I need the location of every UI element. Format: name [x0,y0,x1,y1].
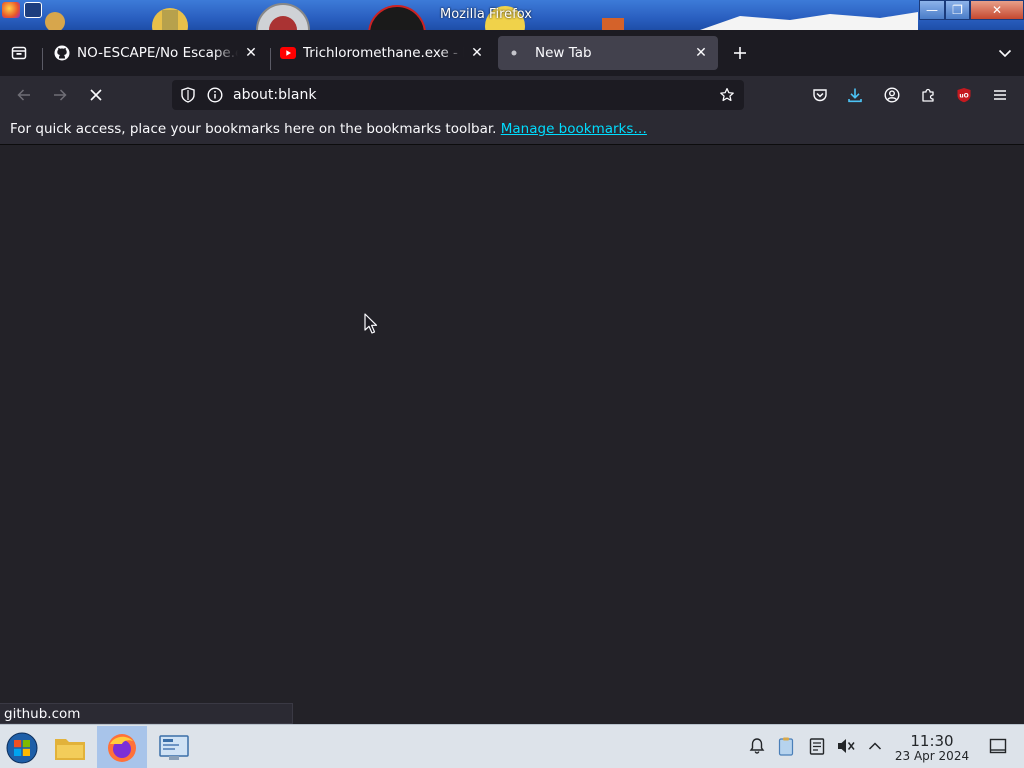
ublock-label: uO [959,93,968,100]
close-window-button[interactable]: ✕ [970,0,1024,20]
extensions-icon [922,88,934,102]
show-desktop-button[interactable] [987,735,1009,757]
maximize-button[interactable]: ❐ [945,0,970,20]
start-menu-button[interactable] [0,726,44,768]
arrow-left-icon [17,89,30,101]
mouse-cursor-icon [364,313,378,334]
start-menu-icon [6,732,38,763]
notifications-button[interactable] [746,735,768,757]
pin-icon[interactable] [24,2,42,18]
ublock-origin-button[interactable]: uO [952,83,976,107]
site-info-icon[interactable] [207,87,223,103]
downloads-button[interactable] [843,83,867,107]
arrow-right-icon [54,89,67,101]
new-tab-button[interactable] [729,42,751,64]
list-all-tabs-button[interactable] [994,42,1016,64]
bookmark-star-icon[interactable] [719,87,735,103]
pocket-icon [813,89,827,102]
notifications-icon [749,738,765,754]
tab-trichloromethane[interactable]: Trichloromethane.exe - M ✕ [272,36,494,70]
close-tab-icon[interactable]: ✕ [242,44,260,62]
clock-time: 11:30 [910,732,954,750]
account-icon [884,87,900,103]
stop-x-icon [90,89,102,101]
stop-button[interactable] [84,83,108,107]
status-panel: github.com [0,703,293,724]
tab-separator [270,48,271,70]
tab-label: Trichloromethane.exe - M [303,45,464,61]
tab-no-escape[interactable]: NO-ESCAPE/No Escape.exe ✕ [46,36,268,70]
forward-button[interactable] [48,83,72,107]
bookmarks-hint-text: For quick access, place your bookmarks h… [10,121,497,137]
bookmarks-toolbar: For quick access, place your bookmarks h… [0,114,1024,145]
youtube-icon [280,45,296,61]
tracking-protection-icon[interactable] [180,87,196,103]
account-button[interactable] [880,83,904,107]
navigation-toolbar: uO [0,76,1024,114]
firefox-view-button[interactable] [8,42,30,64]
url-bar[interactable] [172,80,744,110]
clock[interactable]: 11:30 23 Apr 2024 [890,733,974,764]
minimize-button[interactable]: — [919,0,945,20]
window-titlebar[interactable]: Mozilla Firefox — ❐ ✕ [0,0,1024,30]
close-tab-icon[interactable]: ✕ [468,44,486,62]
page-content[interactable] [0,145,1024,724]
task-manager-button[interactable] [806,735,828,757]
window-title: Mozilla Firefox [440,7,532,22]
tab-separator [42,48,43,70]
extensions-button[interactable] [916,83,940,107]
app-menu-button[interactable] [988,83,1012,107]
tab-label: NO-ESCAPE/No Escape.exe [77,45,238,61]
clipboard-button[interactable] [775,735,797,757]
system-settings-icon [159,734,189,760]
firefox-icon [108,733,136,762]
window-controls: — ❐ ✕ [919,0,1024,20]
download-icon [848,88,862,103]
file-manager-button[interactable] [48,726,92,768]
volume-muted-icon [838,739,855,753]
volume-button[interactable] [835,735,857,757]
taskbar: 11:30 23 Apr 2024 [0,724,1024,768]
tab-new-tab[interactable]: New Tab ✕ [498,36,718,70]
tab-strip: NO-ESCAPE/No Escape.exe ✕ Trichlorometha… [0,30,1024,76]
clock-date: 23 Apr 2024 [894,749,970,763]
clipboard-icon [778,737,794,756]
firefox-icon[interactable] [2,2,20,18]
task-icon [809,738,825,755]
chevron-down-icon [998,49,1012,58]
bookmarks-empty-message: For quick access, place your bookmarks h… [10,121,647,137]
loading-dot-icon [506,45,522,61]
chevron-up-icon [868,742,882,750]
firefox-taskbar-button[interactable] [97,726,147,768]
url-input[interactable] [233,85,703,105]
show-desktop-icon [989,738,1007,754]
ublock-icon: uO [957,88,971,103]
firefox-view-icon [11,46,27,60]
manage-bookmarks-link[interactable]: Manage bookmarks… [501,121,647,137]
show-hidden-icons-button[interactable] [864,735,886,757]
menu-icon [994,90,1006,100]
file-manager-icon [55,738,85,760]
back-button[interactable] [12,83,36,107]
pocket-button[interactable] [808,83,832,107]
system-settings-button[interactable] [152,726,196,768]
close-tab-icon[interactable]: ✕ [692,44,710,62]
plus-icon [734,47,746,59]
titlebar-app-icons [2,2,42,18]
github-icon [54,45,70,61]
tab-label: New Tab [535,45,592,61]
